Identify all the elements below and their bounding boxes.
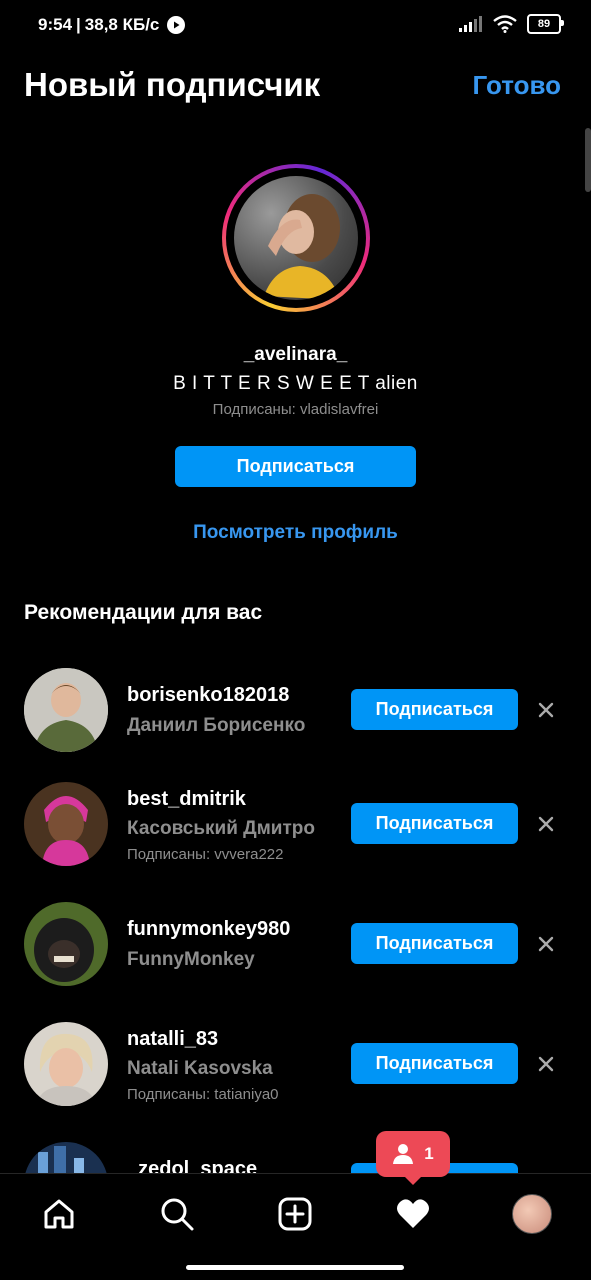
heart-icon [397,1199,429,1228]
profile-bio: B I T T E R S W E E T alien [173,373,418,394]
avatar[interactable] [24,668,108,752]
person-icon [393,1144,414,1164]
suggestion-username[interactable]: funnymonkey980 [127,918,290,941]
wifi-icon [493,15,517,33]
suggestion-name: Даниил Борисенко [127,715,306,736]
page-title: Новый подписчик [24,66,321,103]
status-bar-left: 9:54 | 38,8 КБ/с [38,15,186,35]
avatar [512,1194,552,1234]
status-bar-right: 89 [459,14,564,34]
suggestion-name: Natali Kasovska [127,1058,273,1079]
suggestion-item: funnymonkey980 FunnyMonkey Подписаться [0,894,591,994]
follow-button[interactable]: Подписаться [175,446,416,487]
suggestion-item: natalli_83 Natali Kasovska Подписаны: ta… [0,1014,591,1114]
profile-username: _avelinara_ [243,344,348,365]
status-time: 9:54 [38,15,73,34]
profile-avatar [234,176,358,300]
signal-icon [459,16,482,32]
suggestion-username[interactable]: natalli_83 [127,1028,218,1051]
suggestion-followed-by: Подписаны: tatianiya0 [127,1086,279,1103]
scrollbar[interactable] [585,128,591,192]
suggestion-follow-button[interactable]: Подписаться [351,689,518,730]
status-separator: | [76,15,81,34]
done-button[interactable]: Готово [473,70,561,101]
suggestion-item: best_dmitrik Касовський Дмитро Подписаны… [0,774,591,874]
suggestion-follow-button[interactable]: Подписаться [351,923,518,964]
suggestion-followed-by: Подписаны: vvvera222 [127,846,284,863]
suggestion-name: FunnyMonkey [127,949,255,970]
activity-notification-badge[interactable]: 1 [376,1131,450,1185]
suggestion-username[interactable]: borisenko182018 [127,684,289,707]
home-icon [44,1199,74,1229]
suggestion-follow-button[interactable]: Подписаться [351,1043,518,1084]
suggestions-title: Рекомендации для вас [24,601,263,624]
status-bar: 9:54 | 38,8 КБ/с 89 [0,0,591,52]
nav-add[interactable] [275,1194,315,1234]
battery-level: 89 [537,18,551,30]
add-post-icon [278,1197,312,1231]
notification-count: 1 [424,1144,434,1163]
search-icon [161,1198,194,1231]
avatar[interactable] [24,902,108,986]
suggestion-item: borisenko182018 Даниил Борисенко Подписа… [0,660,591,760]
play-icon [167,16,186,34]
suggestion-follow-button[interactable]: Подписаться [351,803,518,844]
nav-profile[interactable] [512,1194,552,1234]
status-speed: 38,8 КБ/с [84,15,160,34]
home-indicator[interactable] [186,1265,404,1270]
close-icon[interactable] [534,932,558,956]
profile-followed-by: Подписаны: vladislavfrei [212,401,379,418]
close-icon[interactable] [534,698,558,722]
close-icon[interactable] [534,812,558,836]
nav-search[interactable] [157,1194,197,1234]
suggestion-username[interactable]: best_dmitrik [127,788,246,811]
nav-home[interactable] [39,1194,79,1234]
story-ring[interactable] [222,164,370,312]
nav-activity[interactable] [393,1194,433,1234]
close-icon[interactable] [534,1052,558,1076]
battery-icon: 89 [527,14,564,34]
avatar[interactable] [24,782,108,866]
avatar[interactable] [24,1022,108,1106]
view-profile-link[interactable]: Посмотреть профиль [0,522,591,544]
suggestion-name: Касовський Дмитро [127,818,315,839]
